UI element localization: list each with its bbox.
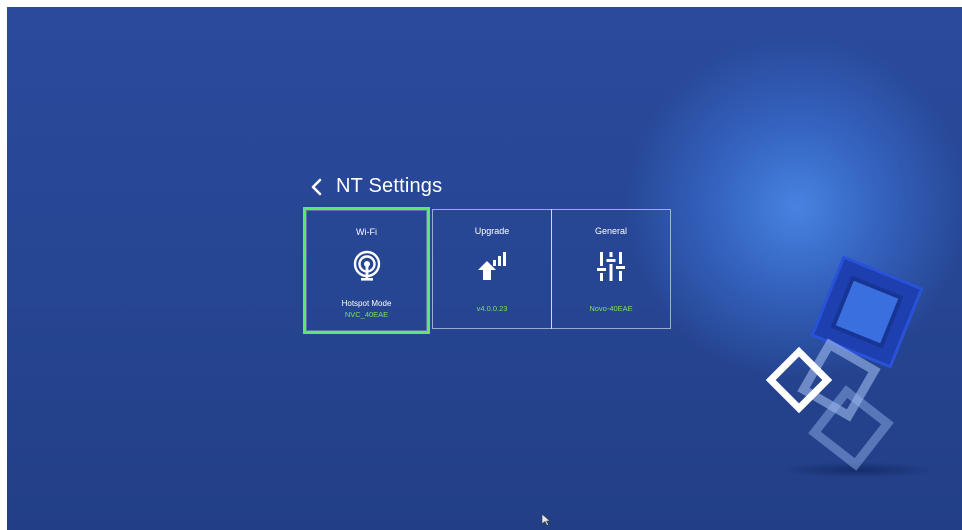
mouse-pointer-icon — [542, 514, 550, 526]
tile-general-name: General — [594, 226, 628, 236]
back-arrow-icon[interactable] — [308, 176, 326, 198]
tile-general-device-name: Novo-40EAE — [589, 304, 633, 313]
tile-upgrade-version: v4.0.0.23 — [476, 304, 508, 313]
wifi-hotspot-icon — [353, 250, 380, 281]
sliders-icon — [597, 252, 625, 281]
tile-general[interactable]: General Novo-40EAE — [551, 209, 671, 329]
tile-wifi[interactable]: Wi-Fi Hotspot Mode NVC_40EAE — [303, 207, 430, 334]
tile-wifi-name: Wi-Fi — [356, 227, 377, 237]
tile-upgrade-name: Upgrade — [474, 226, 510, 236]
settings-tiles: Wi-Fi Hotspot Mode NVC_40EAE Upgrade v4.… — [303, 207, 672, 334]
tile-wifi-ssid: NVC_40EAE — [344, 310, 389, 319]
upgrade-icon — [478, 252, 506, 280]
page-title: NT Settings — [336, 175, 443, 197]
decorative-cubes-graphic — [765, 255, 937, 478]
tile-upgrade[interactable]: Upgrade v4.0.0.23 — [432, 209, 552, 329]
page-header: NT Settings — [308, 175, 442, 198]
tile-wifi-mode: Hotspot Mode — [341, 299, 392, 308]
settings-screen: NT Settings Wi-Fi Hotspot Mode NVC_40EAE… — [7, 7, 962, 530]
